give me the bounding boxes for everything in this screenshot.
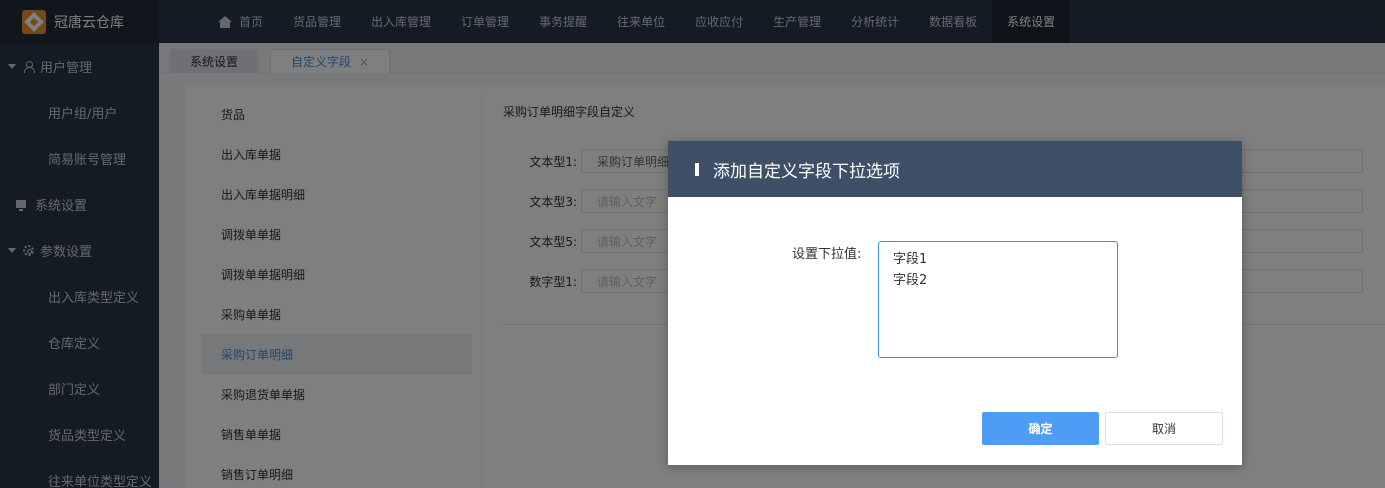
dropdown-options-dialog: 添加自定义字段下拉选项 设置下拉值: 字段1 字段2 确定 取消 bbox=[668, 141, 1242, 465]
dropdown-values-label: 设置下拉值: bbox=[792, 247, 862, 262]
dropdown-values-textarea[interactable]: 字段1 字段2 bbox=[878, 241, 1118, 358]
confirm-button[interactable]: 确定 bbox=[982, 412, 1099, 445]
dialog-title: 添加自定义字段下拉选项 bbox=[713, 161, 900, 182]
option-line: 字段1 bbox=[893, 252, 928, 267]
dialog-header: 添加自定义字段下拉选项 bbox=[668, 141, 1242, 197]
option-line: 字段2 bbox=[893, 273, 928, 288]
title-bar-icon bbox=[695, 162, 699, 176]
cancel-button[interactable]: 取消 bbox=[1105, 412, 1223, 445]
